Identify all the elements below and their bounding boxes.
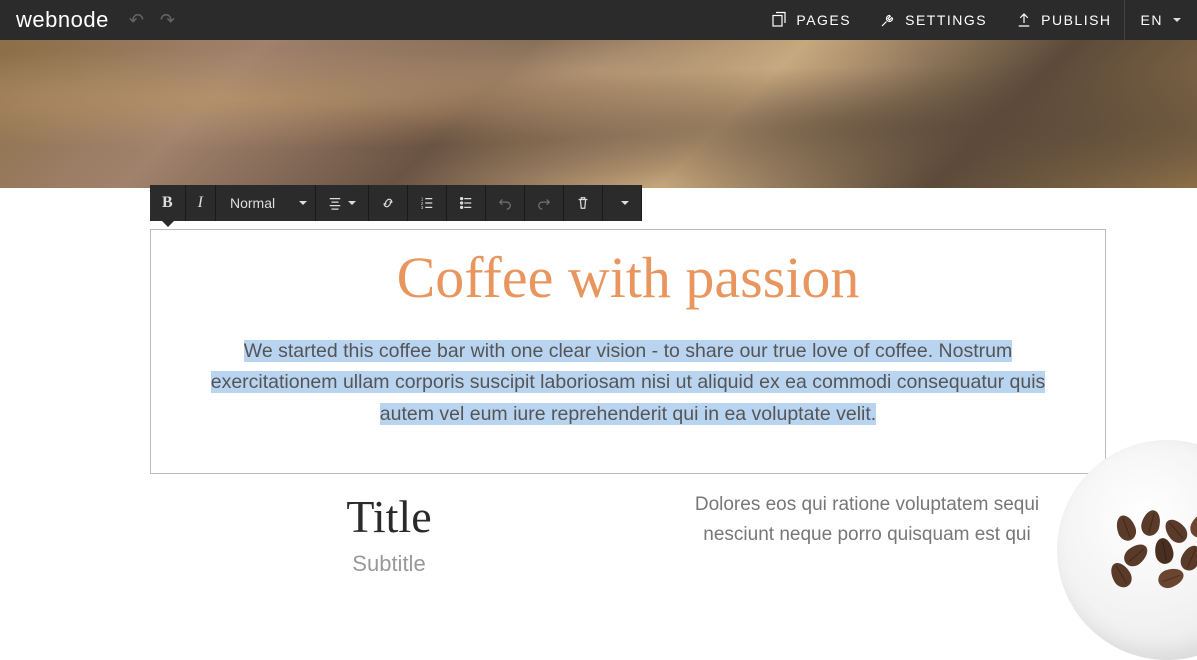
- editor-frame[interactable]: Coffee with passion We started this coff…: [150, 229, 1106, 474]
- settings-button[interactable]: SETTINGS: [879, 11, 987, 29]
- svg-text:3: 3: [421, 205, 424, 210]
- publish-button[interactable]: PUBLISH: [1015, 11, 1111, 29]
- top-bar: webnode ↶ ↷ PAGES SETTINGS PUBLISH EN: [0, 0, 1197, 40]
- content-body[interactable]: We started this coffee bar with one clea…: [181, 336, 1075, 431]
- pages-button[interactable]: PAGES: [770, 11, 851, 29]
- undo-editor-button[interactable]: [486, 185, 525, 221]
- upload-icon: [1015, 11, 1033, 29]
- left-column[interactable]: Title Subtitle: [150, 480, 628, 587]
- align-button[interactable]: [316, 185, 369, 221]
- editor-toolbar: B I Normal 123: [150, 185, 642, 221]
- column-text: Dolores eos qui ratione voluptatem sequi…: [658, 490, 1076, 551]
- language-label: EN: [1141, 12, 1163, 28]
- format-select[interactable]: Normal: [216, 185, 316, 221]
- pages-icon: [770, 11, 788, 29]
- columns-row: Title Subtitle Dolores eos qui ratione v…: [150, 480, 1106, 587]
- chevron-down-icon: [299, 201, 307, 205]
- undo-icon: [498, 196, 512, 210]
- pages-label: PAGES: [796, 12, 851, 28]
- chevron-down-icon: [621, 201, 629, 205]
- coffee-beans-plate: [1057, 440, 1197, 620]
- settings-label: SETTINGS: [905, 12, 987, 28]
- right-column[interactable]: Dolores eos qui ratione voluptatem sequi…: [628, 480, 1106, 587]
- ordered-list-button[interactable]: 123: [408, 185, 447, 221]
- wrench-icon: [879, 11, 897, 29]
- format-label: Normal: [230, 195, 275, 211]
- link-button[interactable]: [369, 185, 408, 221]
- publish-label: PUBLISH: [1041, 12, 1111, 28]
- link-icon: [381, 196, 395, 210]
- italic-button[interactable]: I: [186, 185, 216, 221]
- column-subtitle: Subtitle: [180, 551, 598, 577]
- content-heading[interactable]: Coffee with passion: [181, 246, 1075, 310]
- chevron-down-icon: [1173, 18, 1181, 22]
- align-center-icon: [328, 196, 342, 210]
- trash-icon: [576, 196, 590, 210]
- ol-icon: 123: [420, 196, 434, 210]
- column-title: Title: [180, 490, 598, 543]
- ul-icon: [459, 196, 473, 210]
- redo-editor-button[interactable]: [525, 185, 564, 221]
- redo-button[interactable]: ↷: [160, 10, 175, 31]
- redo-icon: [537, 196, 551, 210]
- italic-icon: I: [198, 194, 203, 212]
- bold-icon: B: [162, 194, 173, 212]
- hero-image: [0, 40, 1197, 188]
- selected-text: We started this coffee bar with one clea…: [211, 340, 1046, 425]
- more-button[interactable]: [603, 185, 642, 221]
- undo-button[interactable]: ↶: [129, 10, 144, 31]
- chevron-down-icon: [348, 201, 356, 205]
- language-select[interactable]: EN: [1125, 12, 1181, 28]
- delete-button[interactable]: [564, 185, 603, 221]
- unordered-list-button[interactable]: [447, 185, 486, 221]
- bold-button[interactable]: B: [150, 185, 186, 221]
- logo: webnode: [16, 7, 109, 33]
